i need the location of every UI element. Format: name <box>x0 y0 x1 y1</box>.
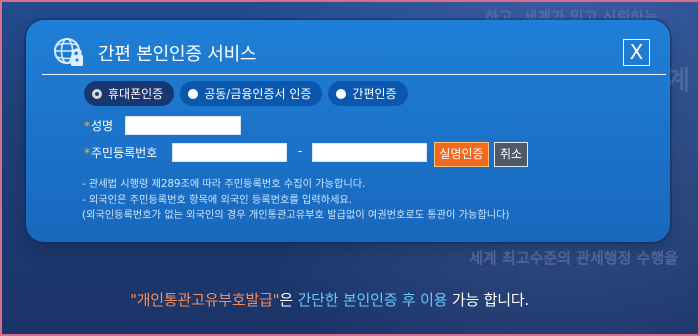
radio-icon <box>92 88 102 99</box>
resident-registration-number-label: *주민등록번호 <box>84 144 157 161</box>
privacy-notes: - 관세법 시행령 제289조에 따라 주민등록번호 수집이 가능합니다. - … <box>82 177 510 224</box>
header-divider <box>42 74 666 75</box>
bottom-service-message: "개인통관고유부호발급"은 간단한 본인인증 후 이용 가능 합니다. <box>130 289 580 310</box>
privacy-note-line: - 관세법 시행령 제289조에 따라 주민등록번호 수집이 가능합니다. <box>82 179 366 190</box>
privacy-note-line: - 외국인은 주민등록번호 항목에 외국인 등록번호를 입력하세요. <box>82 194 353 206</box>
tab-mobile-authentication-label: 휴대폰인증 <box>108 87 164 101</box>
name-label: *성명 <box>84 117 113 134</box>
authentication-highlight: 간단한 본인인증 후 이용 <box>297 291 448 309</box>
name-label-text: 성명 <box>91 119 114 133</box>
cancel-button[interactable]: 취소 <box>494 142 528 167</box>
tab-simple-authentication-label: 간편인증 <box>352 87 397 101</box>
dialog-title: 간편 본인인증 서비스 <box>98 44 257 65</box>
privacy-note-line: (외국인등록번호가 없는 외국인의 경우 개인통관고유부호 발급없이 여권번호로… <box>82 210 510 221</box>
tab-certificate-authentication[interactable]: 공동/금융인증서 인증 <box>180 81 323 106</box>
resident-number-back-input[interactable] <box>312 143 427 162</box>
authentication-method-tabs: 휴대폰인증 공동/금융인증서 인증 간편인증 <box>84 81 408 106</box>
radio-icon <box>336 88 347 99</box>
service-name-highlight: "개인통관고유부호발급" <box>130 291 280 309</box>
tab-certificate-authentication-label: 공동/금융인증서 인증 <box>204 87 312 101</box>
close-button[interactable]: X <box>623 39 650 66</box>
tab-mobile-authentication[interactable]: 휴대폰인증 <box>84 81 175 106</box>
resident-number-front-input[interactable] <box>172 143 287 162</box>
required-marker: * <box>84 146 90 160</box>
message-ending: 가능 합니다. <box>447 291 530 309</box>
identity-verification-dialog: 간편 본인인증 서비스 X 휴대폰인증 공동/금융인증서 인증 간편인증 *성명… <box>26 20 670 242</box>
required-marker: * <box>84 119 90 133</box>
dialog-header: 간편 본인인증 서비스 <box>42 35 652 71</box>
real-name-verification-button[interactable]: 실명인증 <box>434 142 489 167</box>
resident-registration-number-label-text: 주민등록번호 <box>91 146 158 160</box>
globe-lock-icon <box>52 37 86 71</box>
name-input[interactable] <box>125 116 241 135</box>
page-background: 하고, 세계가 믿고 신뢰하는 세계 세계 최고수준의 관세행정 수행을 간편 … <box>0 0 700 336</box>
radio-icon <box>188 88 199 99</box>
tab-simple-authentication[interactable]: 간편인증 <box>328 81 408 106</box>
resident-number-separator: - <box>298 144 303 158</box>
message-particle: 은 <box>279 291 298 309</box>
background-watermark-bottom: 세계 최고수준의 관세행정 수행을 <box>469 249 678 267</box>
